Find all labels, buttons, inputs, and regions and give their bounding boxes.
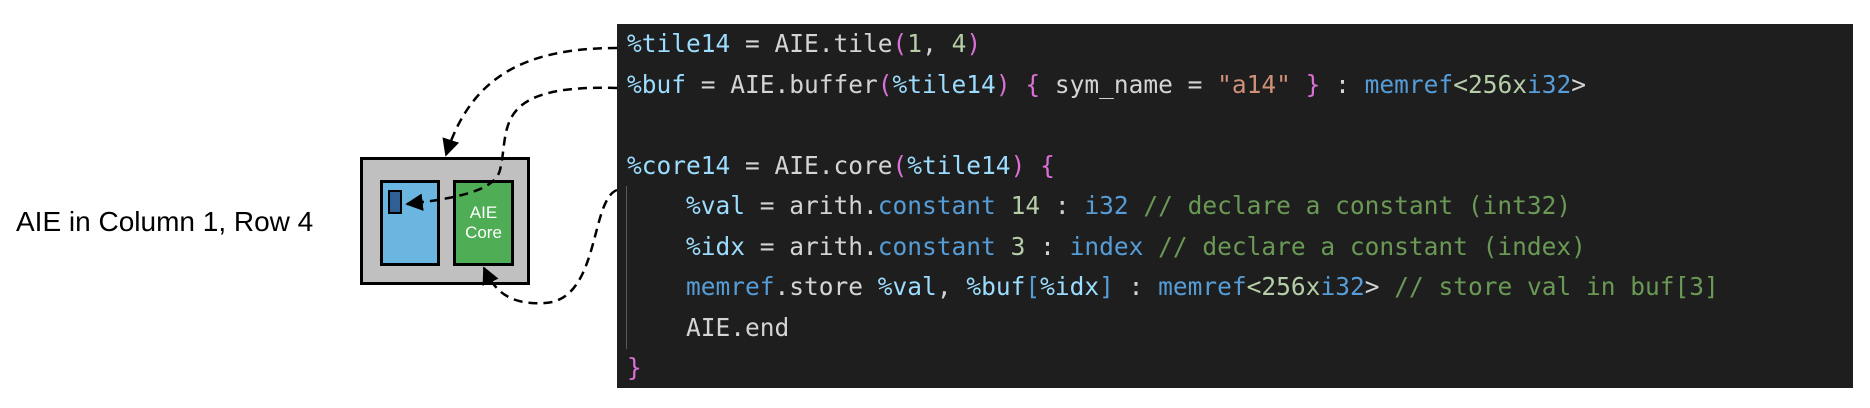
code-token: index <box>1069 231 1144 261</box>
code-token: ( <box>892 150 908 180</box>
code-token: %val <box>877 272 937 301</box>
code-line-1: %tile14 = AIE.tile(1, 4) <box>627 24 1853 65</box>
code-token: <256x <box>1453 69 1527 99</box>
code-comment: // declare a constant (index) <box>1143 231 1586 261</box>
code-token: "a14" <box>1217 69 1291 99</box>
code-token: ) <box>995 69 1026 99</box>
code-token: %tile14 <box>907 150 1011 180</box>
arrow-buffer-to-memory <box>405 86 618 211</box>
code-token: = AIE.tile <box>730 29 893 58</box>
code-token: = arith. <box>745 191 878 220</box>
code-token: { <box>1025 69 1041 99</box>
code-line-5: %val = arith.constant 14 : i32 // declar… <box>627 186 1853 227</box>
arrow-tile-to-tile <box>442 46 618 157</box>
code-token: %tile14 <box>892 69 996 99</box>
code-line-7: memref.store %val, %buf[%idx] : memref<2… <box>627 267 1853 308</box>
code-line-9: } <box>627 348 1853 389</box>
code-comment: // store val in buf[3] <box>1379 272 1719 301</box>
code-token: : <box>1025 231 1070 261</box>
code-token: %core14 <box>627 150 731 180</box>
code-token: ) <box>966 29 982 58</box>
code-token: > <box>1571 69 1586 99</box>
code-token: %val <box>686 191 746 220</box>
code-token: } <box>1305 69 1321 99</box>
code-token: 4 <box>951 29 967 58</box>
code-token: [ <box>1025 272 1041 301</box>
code-token: : <box>1320 69 1365 99</box>
code-token: constant <box>877 191 996 220</box>
code-token: memref <box>1364 69 1454 99</box>
indent-guide <box>626 186 627 349</box>
code-token: = AIE.core <box>730 150 893 180</box>
code-token: %idx <box>686 231 746 261</box>
code-line-2: %buf = AIE.buffer(%tile14) { sym_name = … <box>627 65 1853 106</box>
code-token: memref <box>1158 272 1247 301</box>
code-token: sym_name = <box>1040 69 1218 99</box>
code-token: %buf <box>966 272 1026 301</box>
code-token: .store <box>774 272 878 301</box>
code-token: = AIE.buffer <box>686 69 878 99</box>
code-token: } <box>627 353 642 382</box>
code-token: , <box>922 29 952 58</box>
code-token: , <box>936 272 967 301</box>
code-token: i32 <box>1526 69 1572 99</box>
code-token: %tile14 <box>627 29 731 58</box>
code-token: %idx <box>1040 272 1100 301</box>
code-token: = arith. <box>745 231 878 261</box>
code-token: 14 <box>1010 191 1041 220</box>
code-line-8: AIE.end <box>627 308 1853 349</box>
code-token: ( <box>877 69 893 99</box>
code-token: ) <box>1010 150 1041 180</box>
arrow-core-to-core <box>482 188 618 305</box>
code-token: : <box>1113 272 1159 301</box>
code-line-6: %idx = arith.constant 3 : index // decla… <box>627 227 1853 268</box>
code-token: > <box>1364 272 1380 301</box>
code-token: ( <box>892 29 908 58</box>
code-token: i32 <box>1084 191 1129 220</box>
code-token: constant <box>877 231 996 261</box>
code-comment: // declare a constant (int32) <box>1128 191 1572 220</box>
code-token: memref <box>686 272 775 301</box>
code-token: AIE.end <box>627 312 790 342</box>
code-token: : <box>1040 191 1085 220</box>
code-token: ] <box>1099 272 1114 301</box>
code-editor: %tile14 = AIE.tile(1, 4) %buf = AIE.buff… <box>617 24 1853 388</box>
code-token: 3 <box>1010 231 1026 261</box>
code-token: i32 <box>1320 272 1365 301</box>
code-token: %buf <box>627 69 687 99</box>
code-token: 1 <box>907 29 923 58</box>
code-token: <256x <box>1246 272 1321 301</box>
code-token: { <box>1040 150 1055 180</box>
code-line-4: %core14 = AIE.core(%tile14) { <box>627 146 1853 187</box>
